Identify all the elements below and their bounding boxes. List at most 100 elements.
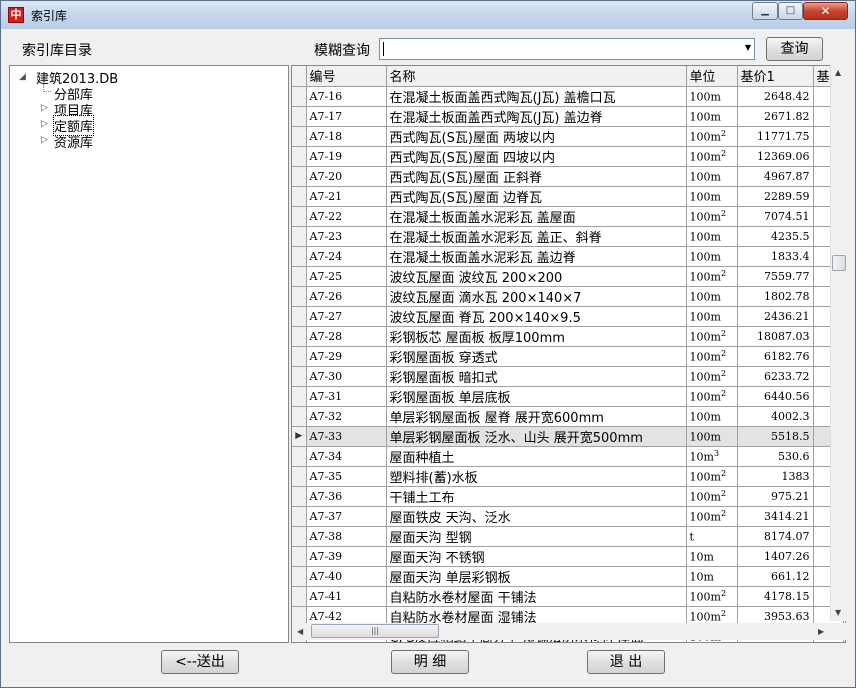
table-row[interactable]: A7-37 屋面铁皮 天沟、泛水 100m2 3414.21	[292, 506, 844, 527]
cell-price[interactable]: 7074.51	[737, 206, 814, 227]
table-row[interactable]: A7-35 塑料排(蓄)水板 100m2 1383	[292, 466, 844, 487]
cell-unit[interactable]: 100m2	[686, 146, 738, 167]
cell-code[interactable]: A7-23	[306, 226, 387, 247]
column-header-code[interactable]: 编号	[306, 66, 387, 87]
cell-code[interactable]: A7-24	[306, 246, 387, 267]
cell-code[interactable]: A7-17	[306, 106, 387, 127]
cell-price[interactable]: 6440.56	[737, 386, 814, 407]
cell-code[interactable]: A7-31	[306, 386, 387, 407]
cell-unit[interactable]: 100m	[686, 286, 738, 307]
cell-price[interactable]: 1407.26	[737, 546, 814, 567]
column-header-price1[interactable]: 基价1	[737, 66, 814, 87]
cell-name[interactable]: 干铺土工布	[386, 486, 687, 507]
column-header-name[interactable]: 名称	[386, 66, 687, 87]
cell-unit[interactable]: 100m	[686, 186, 738, 207]
cell-name[interactable]: 在混凝土板面盖水泥彩瓦 盖正、斜脊	[386, 226, 687, 247]
row-indicator[interactable]	[292, 466, 307, 487]
cell-price[interactable]: 1833.4	[737, 246, 814, 267]
horizontal-scroll-thumb[interactable]: |||	[311, 624, 439, 638]
cell-code[interactable]: A7-34	[306, 446, 387, 467]
cell-price[interactable]: 2289.59	[737, 186, 814, 207]
cell-unit[interactable]: 100m2	[686, 386, 738, 407]
cell-code[interactable]: A7-33	[306, 426, 387, 447]
row-indicator[interactable]	[292, 286, 307, 307]
row-indicator[interactable]	[292, 206, 307, 227]
table-row[interactable]: A7-40 屋面天沟 单层彩钢板 10m 661.12	[292, 566, 844, 587]
cell-name[interactable]: 塑料排(蓄)水板	[386, 466, 687, 487]
table-row[interactable]: A7-20 西式陶瓦(S瓦)屋面 正斜脊 100m 4967.87	[292, 166, 844, 187]
close-button[interactable]: ✕	[803, 2, 848, 20]
dropdown-arrow-icon[interactable]: ▼	[745, 43, 751, 52]
cell-code[interactable]: A7-26	[306, 286, 387, 307]
table-row[interactable]: A7-23 在混凝土板面盖水泥彩瓦 盖正、斜脊 100m 4235.5	[292, 226, 844, 247]
cell-unit[interactable]: 10m	[686, 566, 738, 587]
cell-price[interactable]: 661.12	[737, 566, 814, 587]
table-row[interactable]: A7-27 波纹瓦屋面 脊瓦 200×140×9.5 100m 2436.21	[292, 306, 844, 327]
row-indicator[interactable]	[292, 526, 307, 547]
table-row[interactable]: A7-30 彩钢屋面板 暗扣式 100m2 6233.72	[292, 366, 844, 387]
cell-code[interactable]: A7-32	[306, 406, 387, 427]
vertical-scroll-thumb[interactable]	[832, 255, 846, 271]
cell-price[interactable]: 6182.76	[737, 346, 814, 367]
cell-code[interactable]: A7-41	[306, 586, 387, 607]
cell-code[interactable]: A7-16	[306, 86, 387, 107]
table-row[interactable]: A7-21 西式陶瓦(S瓦)屋面 边脊瓦 100m 2289.59	[292, 186, 844, 207]
table-row[interactable]: A7-17 在混凝土板面盖西式陶瓦(J瓦) 盖边脊 100m 2671.82	[292, 106, 844, 127]
cell-name[interactable]: 彩钢屋面板 暗扣式	[386, 366, 687, 387]
search-button[interactable]: 查询	[766, 37, 823, 61]
row-indicator[interactable]	[292, 166, 307, 187]
cell-price[interactable]: 1383	[737, 466, 814, 487]
cell-name[interactable]: 西式陶瓦(S瓦)屋面 边脊瓦	[386, 186, 687, 207]
cell-price[interactable]: 4178.15	[737, 586, 814, 607]
current-row-arrow-icon[interactable]: ▶	[292, 426, 307, 447]
table-row[interactable]: A7-24 在混凝土板面盖水泥彩瓦 盖边脊 100m 1833.4	[292, 246, 844, 267]
expand-icon[interactable]: ▷	[41, 103, 48, 113]
expand-icon[interactable]: ▷	[41, 119, 48, 129]
table-row[interactable]: A7-28 彩钢板芯 屋面板 板厚100mm 100m2 18087.03	[292, 326, 844, 347]
row-indicator[interactable]	[292, 126, 307, 147]
cell-name[interactable]: 西式陶瓦(S瓦)屋面 四坡以内	[386, 146, 687, 167]
cell-code[interactable]: A7-35	[306, 466, 387, 487]
table-row[interactable]: A7-39 屋面天沟 不锈钢 10m 1407.26	[292, 546, 844, 567]
table-row[interactable]: A7-16 在混凝土板面盖西式陶瓦(J瓦) 盖檐口瓦 100m 2648.42	[292, 86, 844, 107]
cell-unit[interactable]: t	[686, 526, 738, 547]
cell-name[interactable]: 单层彩钢屋面板 屋脊 展开宽600mm	[386, 406, 687, 427]
cell-price[interactable]: 6233.72	[737, 366, 814, 387]
row-indicator[interactable]	[292, 506, 307, 527]
table-row[interactable]: A7-41 自粘防水卷材屋面 干铺法 100m2 4178.15	[292, 586, 844, 607]
cell-unit[interactable]: 100m2	[686, 326, 738, 347]
cell-name[interactable]: 西式陶瓦(S瓦)屋面 两坡以内	[386, 126, 687, 147]
cell-code[interactable]: A7-30	[306, 366, 387, 387]
cell-unit[interactable]: 100m2	[686, 586, 738, 607]
cell-unit[interactable]: 100m	[686, 226, 738, 247]
minimize-button[interactable]: ▁	[752, 2, 778, 20]
row-indicator[interactable]	[292, 146, 307, 167]
cell-code[interactable]: A7-25	[306, 266, 387, 287]
cell-code[interactable]: A7-20	[306, 166, 387, 187]
cell-unit[interactable]: 100m	[686, 106, 738, 127]
row-indicator[interactable]	[292, 566, 307, 587]
cell-unit[interactable]: 100m2	[686, 466, 738, 487]
row-indicator[interactable]	[292, 326, 307, 347]
horizontal-scrollbar[interactable]: ◀ ||| ▶	[292, 623, 830, 640]
cell-name[interactable]: 西式陶瓦(S瓦)屋面 正斜脊	[386, 166, 687, 187]
cell-code[interactable]: A7-29	[306, 346, 387, 367]
cell-price[interactable]: 2436.21	[737, 306, 814, 327]
vertical-scrollbar[interactable]: ▲ ▼	[830, 65, 846, 621]
quota-grid[interactable]: 编号 名称 单位 基价1 基 A7-16 在混凝土板面盖西式陶瓦(J瓦) 盖檐口瓦…	[291, 65, 846, 643]
cell-price[interactable]: 8174.07	[737, 526, 814, 547]
cell-name[interactable]: 在混凝土板面盖西式陶瓦(J瓦) 盖檐口瓦	[386, 86, 687, 107]
cell-code[interactable]: A7-27	[306, 306, 387, 327]
cell-name[interactable]: 自粘防水卷材屋面 干铺法	[386, 586, 687, 607]
cell-name[interactable]: 在混凝土板面盖西式陶瓦(J瓦) 盖边脊	[386, 106, 687, 127]
table-row[interactable]: A7-26 波纹瓦屋面 滴水瓦 200×140×7 100m 1802.78	[292, 286, 844, 307]
scroll-down-icon[interactable]: ▼	[835, 608, 841, 617]
exit-button[interactable]: 退 出	[587, 650, 665, 674]
table-row[interactable]: A7-29 彩钢屋面板 穿透式 100m2 6182.76	[292, 346, 844, 367]
row-indicator[interactable]	[292, 366, 307, 387]
cell-code[interactable]: A7-38	[306, 526, 387, 547]
table-row[interactable]: A7-31 彩钢屋面板 单层底板 100m2 6440.56	[292, 386, 844, 407]
cell-name[interactable]: 波纹瓦屋面 滴水瓦 200×140×7	[386, 286, 687, 307]
row-indicator[interactable]	[292, 586, 307, 607]
column-header-unit[interactable]: 单位	[686, 66, 738, 87]
